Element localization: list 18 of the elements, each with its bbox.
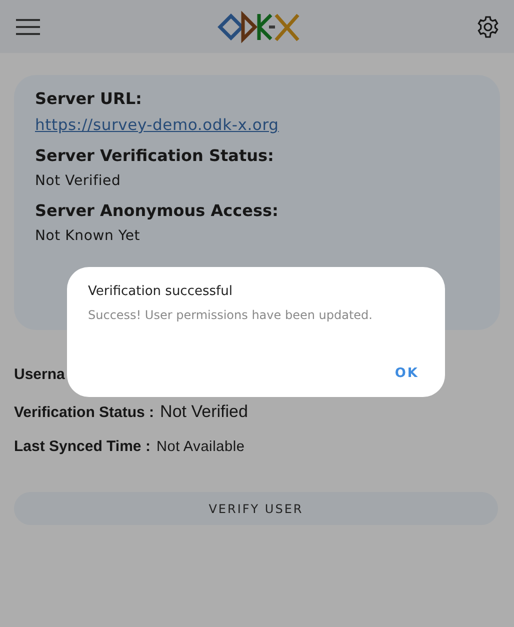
field-value: Not Available — [156, 439, 245, 455]
logo-icon — [216, 10, 300, 44]
ok-button[interactable]: OK — [386, 362, 427, 385]
field-label: Userna — [14, 366, 65, 383]
field-label: Verification Status : — [14, 404, 154, 421]
verify-user-button[interactable]: VERIFY USER — [14, 492, 498, 525]
menu-icon[interactable] — [15, 18, 41, 36]
field-value: Not Verified — [160, 402, 248, 422]
field-label: Last Synced Time : — [14, 438, 150, 455]
field-value: Not Verified — [35, 173, 121, 189]
field-label: Server Anonymous Access: — [35, 201, 278, 220]
field-label: Server Verification Status: — [35, 146, 274, 165]
settings-icon[interactable] — [476, 14, 500, 38]
field-label: Server URL: — [35, 89, 142, 108]
dialog-title: Verification successful — [88, 284, 232, 299]
dialog-message: Success! User permissions have been updated. — [88, 308, 372, 322]
server-url-link[interactable]: https://survey-demo.odk-x.org — [35, 116, 279, 134]
field-value: Not Known Yet — [35, 228, 140, 244]
